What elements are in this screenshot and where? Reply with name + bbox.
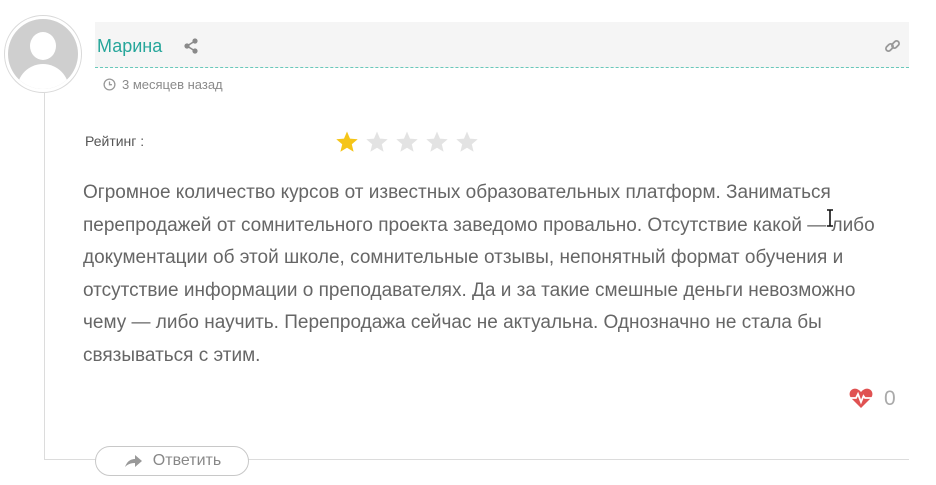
comment-date: 3 месяцев назад [103,77,223,92]
link-icon[interactable] [884,38,901,55]
star-filled-icon [336,131,358,152]
avatar [4,15,82,93]
heart-pulse-icon[interactable] [848,386,874,410]
text-cursor-icon [826,209,834,227]
like-count: 0 [884,387,896,410]
clock-icon [103,78,116,91]
star-empty-icon [396,131,418,152]
rating-label: Рейтинг : [85,133,145,149]
star-empty-icon [426,131,448,152]
rating-stars [335,130,479,154]
review-text: Огромное количество курсов от известных … [83,182,875,366]
star-empty-icon [456,131,478,152]
reply-label: Ответить [152,452,222,469]
avatar-placeholder-icon [8,19,78,89]
star-empty-icon [366,131,388,152]
share-icon[interactable] [183,38,199,54]
time-ago: 3 месяцев назад [122,77,223,92]
reply-button[interactable]: Ответить [95,446,249,476]
comment-header: Марина [95,22,909,68]
author-name[interactable]: Марина [97,36,162,57]
thread-line [44,93,45,459]
reply-arrow-icon [124,455,142,467]
